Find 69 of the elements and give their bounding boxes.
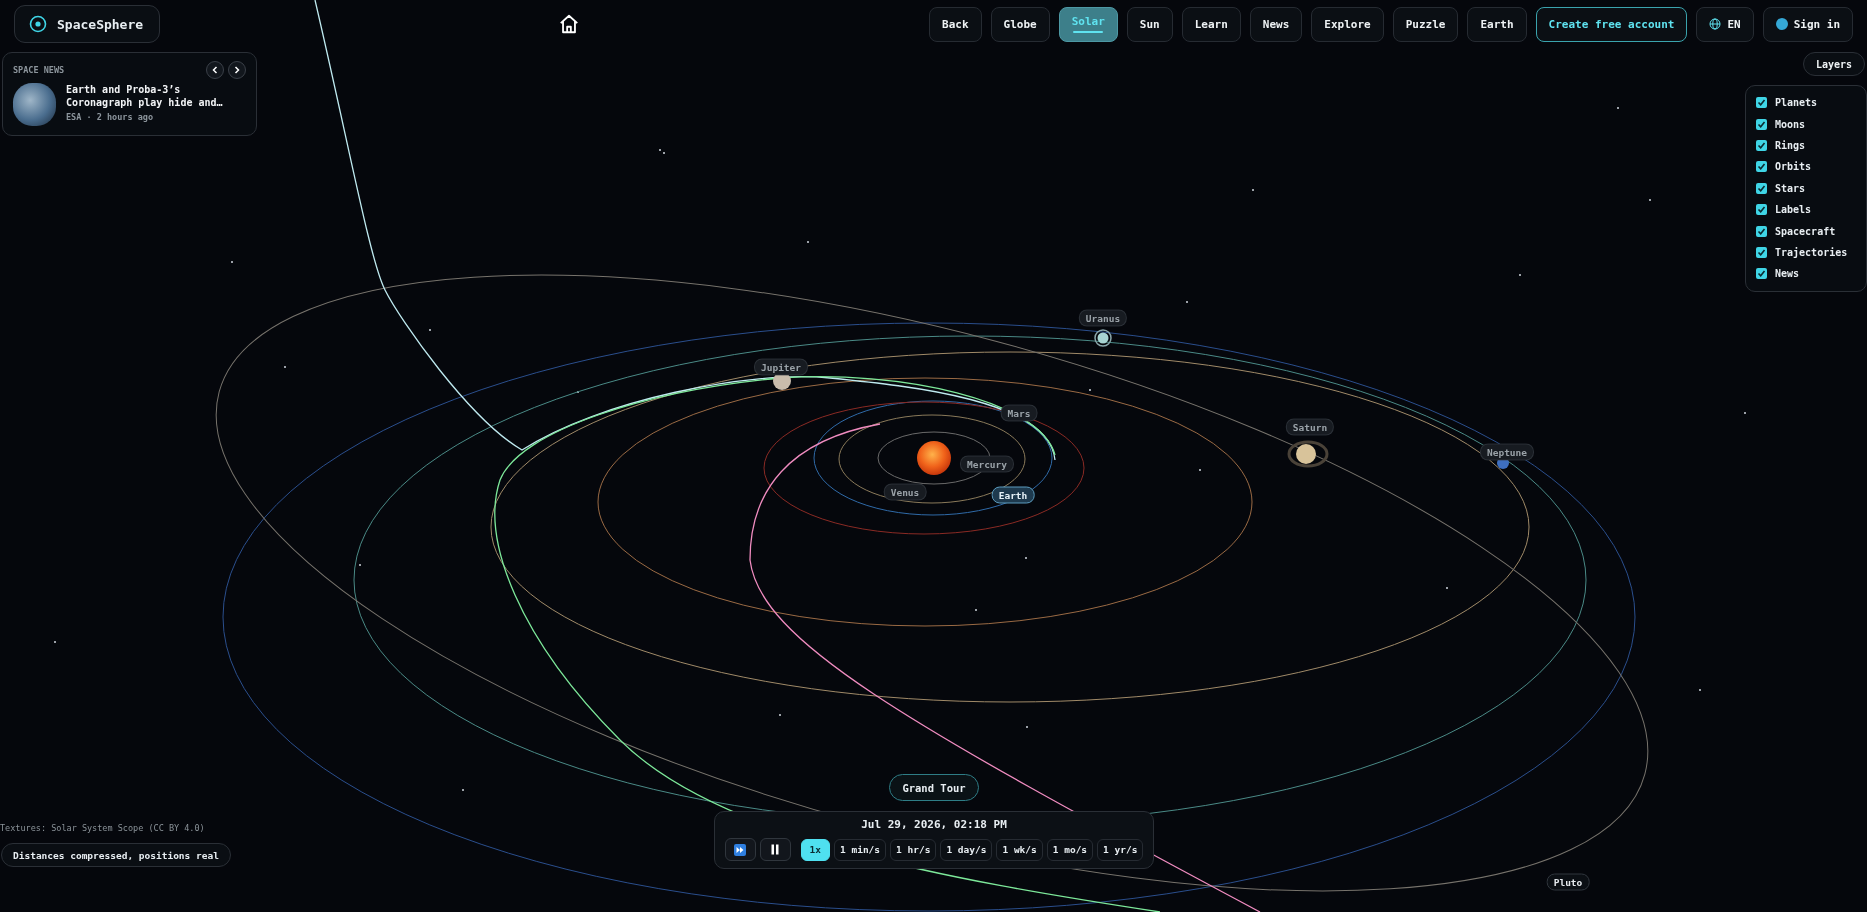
fast-forward-button[interactable] [724,838,756,861]
photo-placeholder [13,83,56,126]
layer-label: News [1775,268,1800,280]
nav-tab[interactable]: Back [929,6,982,42]
nav-tab[interactable]: News [1249,6,1303,42]
chevron-right-icon [233,66,241,74]
layer-checkbox[interactable] [1756,204,1767,216]
info-pill: Distances compressed, positions real [1,843,231,867]
layer-checkbox[interactable] [1756,118,1767,130]
speed-button[interactable]: 1 hr/s [890,838,937,861]
logo-icon[interactable] [29,15,47,33]
user-avatar-icon [1775,18,1788,30]
layer-checkbox[interactable] [1756,161,1767,173]
fast-forward-icon [734,843,747,856]
planet-label[interactable]: Uranus [1078,309,1128,327]
layer-checkbox[interactable] [1756,139,1767,151]
nav-tab[interactable]: Explore [1311,6,1384,42]
speed-button[interactable]: 1 mo/s [1046,838,1094,861]
credit-text: Textures: Solar System Scope (CC BY 4.0) [0,823,205,833]
layers-button[interactable]: Layers [1802,52,1865,76]
layer-label: Moons [1775,118,1806,130]
planet-label[interactable]: Venus [883,483,927,501]
speed-button[interactable]: 1x [800,838,830,861]
planet-drawing[interactable] [1287,440,1329,468]
layer-checkbox[interactable] [1756,268,1767,280]
globe-icon [1709,18,1722,30]
previous-button[interactable] [206,61,224,79]
layer-checkbox[interactable] [1756,246,1767,258]
layer-checkbox[interactable] [1756,225,1767,237]
layer-label: Planets [1775,97,1818,109]
next-button[interactable] [228,61,246,79]
home-icon[interactable] [558,13,581,35]
planet-label[interactable]: Jupiter [754,358,808,376]
planet-label[interactable]: Earth [991,486,1035,504]
speed-button[interactable]: 1 yr/s [1097,838,1144,861]
layer-label: Spacecraft [1775,225,1836,237]
nav-tab[interactable]: Earth [1467,6,1527,42]
planet-label[interactable]: Mars [1000,404,1038,422]
layer-checkbox[interactable] [1756,97,1767,109]
news-meta: ESA · 2 hours ago [66,112,154,122]
news-title[interactable]: Earth and Proba-3’s Coronagraph play hide and… [66,83,231,109]
date-time: Jul 29, 2026, 02:18 PM [861,818,1007,831]
layer-label: Orbits [1775,161,1812,173]
pause-button[interactable] [759,838,791,861]
sign-in-button[interactable]: Sign in [1762,6,1853,42]
layer-label: Trajectories [1775,246,1848,258]
layer-label: Stars [1775,182,1806,194]
news-heading: SPACE NEWS [13,65,66,75]
grand-tour-button[interactable]: Grand Tour [889,774,979,801]
planet-label[interactable]: Saturn [1285,418,1335,436]
planet-label[interactable]: Mercury [960,455,1014,473]
pause-icon [770,844,781,855]
speed-button[interactable]: 1 wk/s [996,838,1043,861]
language-button[interactable]: EN [1696,6,1754,42]
sun-drawing[interactable] [917,441,951,475]
nav-tab[interactable]: Learn [1181,6,1241,42]
layer-checkbox[interactable] [1756,182,1767,194]
planet-label[interactable]: Pluto [1546,873,1590,891]
speed-button[interactable]: 1 min/s [834,838,887,861]
nav-tab[interactable]: Globe [990,6,1050,42]
nav-tab[interactable]: Sun [1126,6,1173,42]
nav-tab[interactable]: Puzzle [1392,6,1459,42]
layer-label: Rings [1775,139,1806,151]
planet-drawing[interactable] [1094,329,1112,347]
planet-label[interactable]: Neptune [1480,443,1534,461]
chevron-left-icon [211,66,219,74]
create-account-button[interactable]: Create free account [1535,6,1688,42]
layer-label: Labels [1775,204,1812,216]
speed-button[interactable]: 1 day/s [940,838,993,861]
